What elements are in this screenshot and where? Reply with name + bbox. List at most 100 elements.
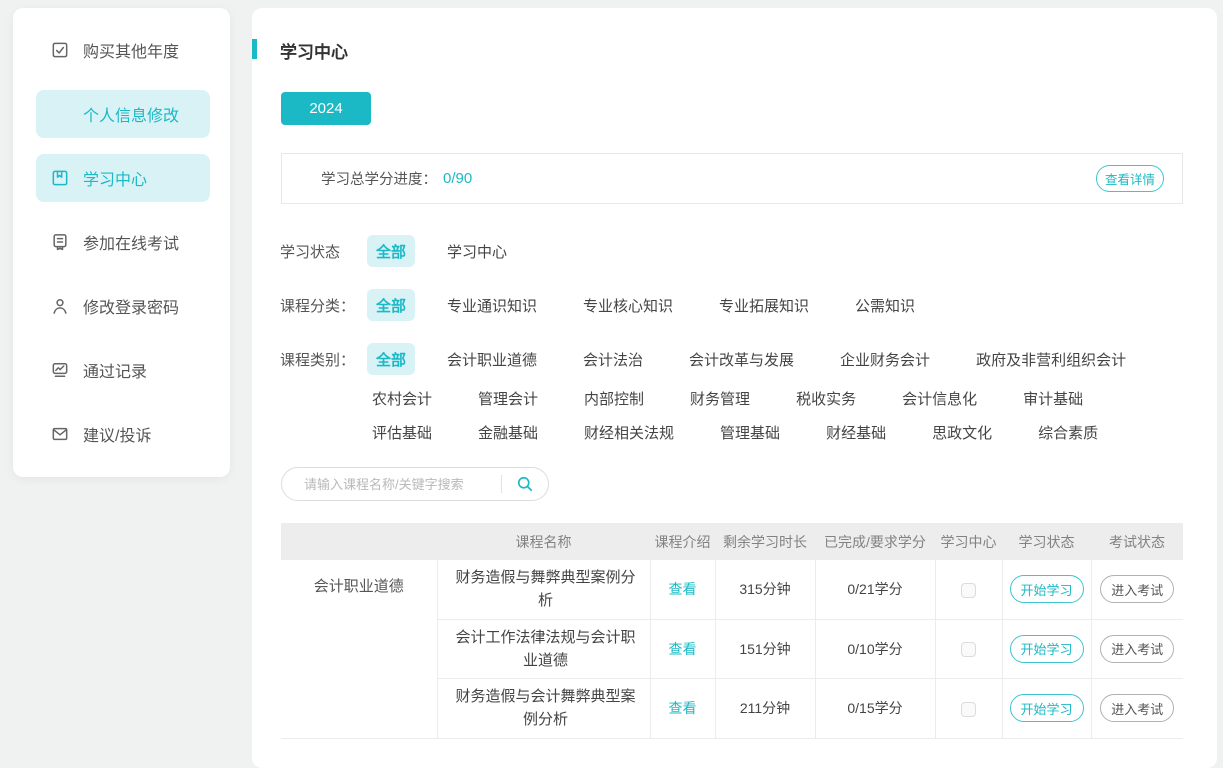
progress-summary-box: 学习总学分进度： 0/90 查看详情 (281, 153, 1183, 204)
duration-cell: 211分钟 (715, 679, 815, 739)
sidebar: 购买其他年度 个人信息修改 学习中心 参加在线考试 修改登录密码 通过记录 建议… (13, 8, 230, 477)
filter-option[interactable]: 思政文化 (932, 422, 992, 443)
sidebar-item-online-exam[interactable]: 参加在线考试 (36, 218, 210, 266)
search-input[interactable] (302, 476, 501, 493)
filter-option[interactable]: 专业通识知识 (447, 295, 537, 316)
sidebar-item-suggestions[interactable]: 建议/投诉 (36, 410, 210, 458)
credits-cell: 0/15学分 (815, 679, 935, 739)
filter-option[interactable]: 会计改革与发展 (689, 349, 794, 370)
sidebar-item-label: 建议/投诉 (83, 422, 151, 446)
header-credits: 已完成/要求学分 (815, 523, 935, 560)
filter-option[interactable]: 专业拓展知识 (719, 295, 809, 316)
monitor-chart-icon (50, 360, 70, 380)
header-learning-center: 学习中心 (935, 523, 1002, 560)
filter-option[interactable]: 内部控制 (584, 388, 644, 409)
mail-icon (50, 424, 70, 444)
enter-exam-button[interactable]: 进入考试 (1100, 575, 1174, 603)
enter-exam-button[interactable]: 进入考试 (1100, 635, 1174, 663)
course-name-cell: 财务造假与会计舞弊典型案例分析 (437, 679, 650, 739)
view-details-button[interactable]: 查看详情 (1096, 165, 1164, 192)
filter-option[interactable]: 评估基础 (372, 422, 432, 443)
filter-option[interactable]: 公需知识 (855, 295, 915, 316)
filter-all-pill[interactable]: 全部 (367, 235, 415, 267)
sidebar-item-learning-center[interactable]: 学习中心 (36, 154, 210, 202)
filter-row-course-category: 课程类别： 全部 会计职业道德 会计法治 会计改革与发展 企业财务会计 政府及非… (280, 343, 1217, 375)
filter-option[interactable]: 农村会计 (372, 388, 432, 409)
header-study-status: 学习状态 (1002, 523, 1091, 560)
filter-row-course-category-line2: 农村会计 管理会计 内部控制 财务管理 税收实务 会计信息化 审计基础 (372, 388, 1217, 409)
filter-option[interactable]: 专业核心知识 (583, 295, 673, 316)
filter-option[interactable]: 会计职业道德 (447, 349, 537, 370)
select-checkbox[interactable] (961, 583, 976, 598)
filter-label: 学习状态 (280, 241, 367, 262)
filters: 学习状态 全部 学习中心 课程分类： 全部 专业通识知识 专业核心知识 专业拓展… (280, 235, 1217, 443)
sidebar-item-buy-other-years[interactable]: 购买其他年度 (36, 26, 210, 74)
duration-cell: 151分钟 (715, 619, 815, 679)
sidebar-item-label: 通过记录 (83, 358, 147, 382)
user-icon (50, 296, 70, 316)
course-name-cell: 会计工作法律法规与会计职业道德 (437, 619, 650, 679)
filter-row-course-category-line3: 评估基础 金融基础 财经相关法规 管理基础 财经基础 思政文化 综合素质 (372, 422, 1217, 443)
page-title: 学习中心 (280, 38, 1217, 63)
filter-all-pill[interactable]: 全部 (367, 343, 415, 375)
main-panel: 学习中心 2024 学习总学分进度： 0/90 查看详情 学习状态 全部 学习中… (252, 8, 1217, 768)
credits-cell: 0/10学分 (815, 619, 935, 679)
header-course-intro: 课程介绍 (650, 523, 715, 560)
filter-option[interactable]: 管理会计 (478, 388, 538, 409)
header-course-name: 课程名称 (437, 523, 650, 560)
filter-option[interactable]: 会计法治 (583, 349, 643, 370)
filter-label: 课程类别： (280, 349, 367, 370)
progress-value: 0/90 (443, 170, 472, 187)
filter-row-study-status: 学习状态 全部 学习中心 (280, 235, 1217, 267)
empty-icon-placeholder (50, 104, 70, 124)
sidebar-item-label: 修改登录密码 (83, 294, 179, 318)
title-row: 学习中心 (252, 8, 1217, 63)
select-checkbox[interactable] (961, 702, 976, 717)
table-header-row: 课程名称 课程介绍 剩余学习时长 已完成/要求学分 学习中心 学习状态 考试状态 (281, 523, 1183, 560)
filter-row-course-classification: 课程分类： 全部 专业通识知识 专业核心知识 专业拓展知识 公需知识 (280, 289, 1217, 321)
select-checkbox[interactable] (961, 642, 976, 657)
start-study-button[interactable]: 开始学习 (1010, 635, 1084, 663)
category-cell: 会计职业道德 (281, 560, 437, 738)
filter-label: 课程分类： (280, 295, 367, 316)
filter-option[interactable]: 会计信息化 (902, 388, 977, 409)
year-tab-2024[interactable]: 2024 (281, 92, 371, 125)
view-link[interactable]: 查看 (669, 641, 697, 657)
header-category (281, 523, 437, 560)
filter-option[interactable]: 综合素质 (1038, 422, 1098, 443)
filter-option[interactable]: 管理基础 (720, 422, 780, 443)
sidebar-item-change-password[interactable]: 修改登录密码 (36, 282, 210, 330)
filter-option[interactable]: 企业财务会计 (840, 349, 930, 370)
view-link[interactable]: 查看 (669, 700, 697, 716)
filter-option[interactable]: 财务管理 (690, 388, 750, 409)
filter-option[interactable]: 学习中心 (447, 241, 507, 262)
enter-exam-button[interactable]: 进入考试 (1100, 694, 1174, 722)
search-icon[interactable] (502, 474, 548, 494)
sidebar-item-pass-records[interactable]: 通过记录 (36, 346, 210, 394)
sidebar-item-label: 参加在线考试 (83, 230, 179, 254)
filter-option[interactable]: 财经基础 (826, 422, 886, 443)
course-table: 课程名称 课程介绍 剩余学习时长 已完成/要求学分 学习中心 学习状态 考试状态… (281, 523, 1183, 739)
filter-option[interactable]: 政府及非营利组织会计 (976, 349, 1126, 370)
check-square-icon (50, 40, 70, 60)
filter-option[interactable]: 金融基础 (478, 422, 538, 443)
duration-cell: 315分钟 (715, 560, 815, 619)
filter-option[interactable]: 审计基础 (1023, 388, 1083, 409)
start-study-button[interactable]: 开始学习 (1010, 575, 1084, 603)
course-search-box (281, 467, 549, 501)
sidebar-item-label: 个人信息修改 (83, 102, 179, 126)
start-study-button[interactable]: 开始学习 (1010, 694, 1084, 722)
sidebar-item-profile-edit[interactable]: 个人信息修改 (36, 90, 210, 138)
course-name-cell: 财务造假与舞弊典型案例分析 (437, 560, 650, 619)
exam-file-icon (50, 232, 70, 252)
header-exam-status: 考试状态 (1091, 523, 1183, 560)
sidebar-item-label: 购买其他年度 (83, 38, 179, 62)
filter-option[interactable]: 税收实务 (796, 388, 856, 409)
title-accent-bar (252, 39, 257, 59)
sidebar-item-label: 学习中心 (83, 166, 147, 190)
filter-all-pill[interactable]: 全部 (367, 289, 415, 321)
progress-label: 学习总学分进度： (321, 168, 437, 189)
bookmark-book-icon (50, 168, 70, 188)
filter-option[interactable]: 财经相关法规 (584, 422, 674, 443)
view-link[interactable]: 查看 (669, 581, 697, 597)
